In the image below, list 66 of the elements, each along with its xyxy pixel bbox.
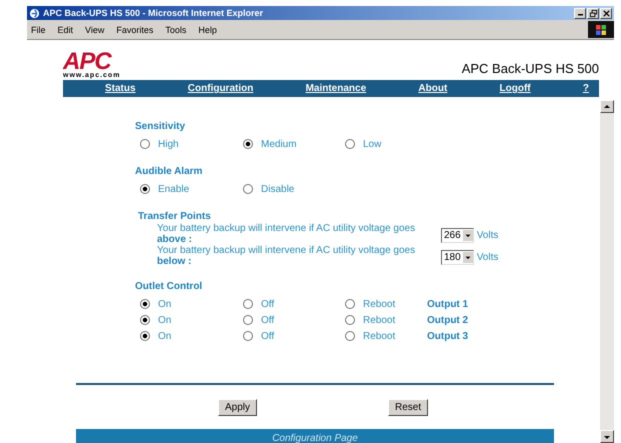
nav-link[interactable]: Maintenance (306, 83, 366, 94)
nav-link[interactable]: Configuration (188, 83, 254, 94)
radio-button[interactable] (345, 139, 355, 149)
close-icon (602, 8, 610, 18)
product-title: APC Back-UPS HS 500 (462, 61, 599, 76)
menu-item[interactable]: View (85, 24, 104, 34)
radio-button[interactable] (243, 315, 253, 325)
description-text: Your battery backup will intervene if AC utility voltage goes above : (157, 223, 416, 245)
option-label: Disable (261, 184, 294, 194)
radio-button[interactable] (243, 139, 253, 149)
nav-link[interactable]: Status (105, 83, 136, 94)
restore-button[interactable] (587, 8, 599, 18)
option-label: Reboot (363, 330, 396, 342)
output-label: Output 2 (427, 314, 470, 326)
radio-button[interactable] (345, 315, 355, 325)
option-label: Off (261, 314, 274, 326)
radio-button[interactable] (140, 184, 150, 194)
menu-item[interactable]: Edit (58, 24, 74, 34)
radio-button[interactable] (140, 139, 150, 149)
menu-item[interactable]: Favorites (116, 24, 154, 34)
radio-button[interactable] (243, 184, 253, 194)
scrollbar[interactable] (600, 100, 614, 443)
menu-item[interactable]: File (31, 24, 46, 34)
output-label: Output 1 (427, 298, 470, 310)
option-label: Off (261, 330, 274, 342)
description-text: Your battery backup will intervene if AC utility voltage goes below : (157, 245, 416, 267)
option-label: On (158, 314, 172, 326)
option-label: Reboot (363, 314, 396, 326)
unit-label: Volts (476, 252, 498, 263)
menu-item[interactable]: Help (198, 24, 217, 34)
option-label: Low (363, 138, 382, 150)
radio-button[interactable] (243, 331, 253, 341)
option-label: Reboot (363, 298, 396, 310)
option-label: Enable (158, 184, 190, 194)
section-heading: Outlet Control (135, 281, 204, 292)
window-title: APC Back-UPS HS 500 - Microsoft Internet Explorer (43, 8, 264, 18)
option-label: Off (261, 298, 274, 310)
nav-link[interactable]: ? (582, 83, 589, 94)
radio-button[interactable] (345, 331, 355, 341)
output-label: Output 3 (427, 330, 470, 342)
close-button[interactable] (600, 8, 612, 18)
form-button[interactable]: Apply (218, 399, 258, 416)
section-heading: Transfer Points (138, 211, 212, 222)
voltage-dropdown[interactable]: 266 (441, 228, 474, 243)
nav-link[interactable]: Logoff (500, 83, 531, 94)
option-label: On (158, 330, 172, 342)
footer-text: Configuration Page (272, 432, 358, 443)
radio-button[interactable] (140, 299, 150, 309)
radio-button[interactable] (140, 331, 150, 341)
radio-button[interactable] (140, 315, 150, 325)
voltage-dropdown[interactable]: 180 (441, 250, 474, 265)
nav-link[interactable]: About (418, 83, 448, 94)
logo: APC (63, 52, 112, 72)
option-label: Medium (261, 138, 297, 150)
radio-button[interactable] (243, 299, 253, 309)
unit-label: Volts (476, 230, 498, 241)
section-heading: Sensitivity (135, 121, 186, 132)
form-button[interactable]: Reset (388, 399, 428, 416)
menu-item[interactable]: Tools (165, 24, 186, 34)
section-heading: Audible Alarm (135, 166, 204, 177)
option-label: High (158, 138, 179, 150)
minimize-icon (578, 14, 582, 16)
minimize-button[interactable] (574, 8, 586, 18)
restore-icon (588, 8, 598, 18)
option-label: On (158, 298, 172, 310)
radio-button[interactable] (345, 299, 355, 309)
